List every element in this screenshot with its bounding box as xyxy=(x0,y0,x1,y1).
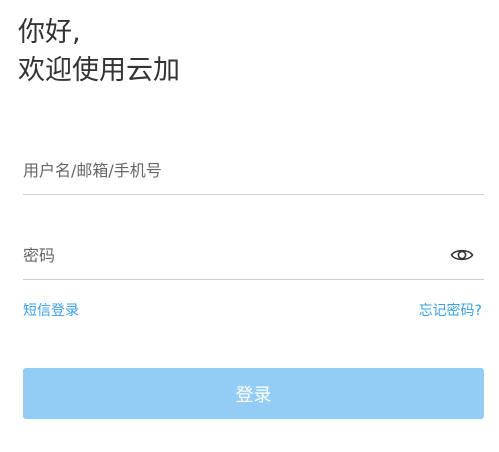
greeting-line-1: 你好, xyxy=(18,17,81,48)
greeting-line-2: 欢迎使用云加 xyxy=(18,55,180,86)
password-input[interactable] xyxy=(23,235,443,275)
username-field xyxy=(23,150,484,195)
eye-icon[interactable] xyxy=(450,247,474,263)
forgot-password-link[interactable]: 忘记密码? xyxy=(419,300,482,320)
sms-login-link[interactable]: 短信登录 xyxy=(23,300,79,320)
username-input[interactable] xyxy=(23,150,443,190)
welcome-heading: 你好, 欢迎使用云加 xyxy=(18,14,180,90)
password-field xyxy=(23,235,484,280)
login-button[interactable]: 登录 xyxy=(23,368,484,419)
